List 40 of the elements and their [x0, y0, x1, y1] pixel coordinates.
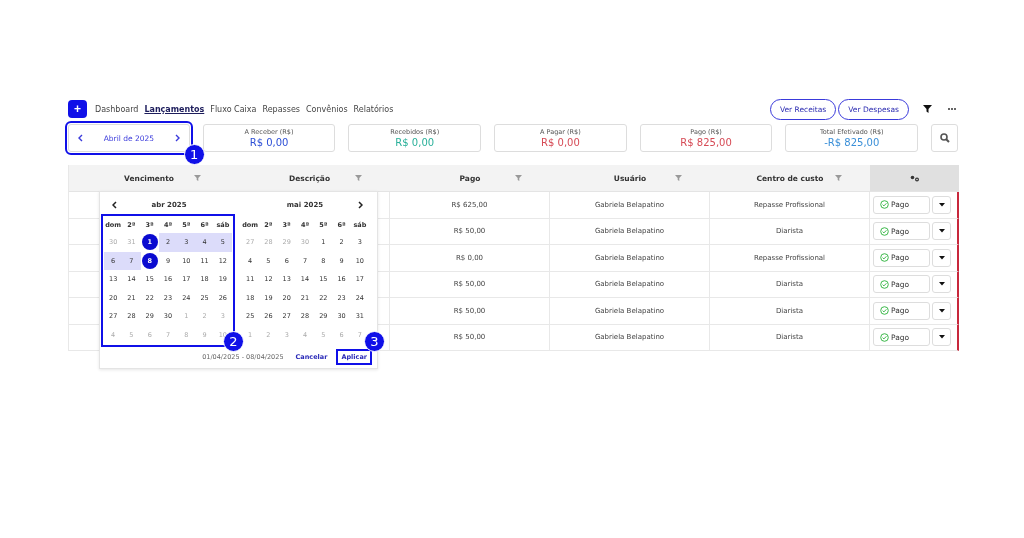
dropdown-button[interactable] [932, 222, 951, 241]
settings-icon[interactable] [909, 174, 920, 182]
card-value: R$ 825,00 [680, 137, 732, 148]
filter-icon[interactable] [923, 105, 932, 113]
card-value: R$ 0,00 [249, 137, 289, 148]
dropdown-button[interactable] [932, 195, 951, 214]
nav-link[interactable]: Fluxo Caixa [210, 104, 257, 114]
next-icon[interactable] [358, 201, 363, 209]
nav-link[interactable]: Dashboard [95, 104, 139, 114]
nav-link[interactable]: Repasses [262, 104, 300, 114]
dropdown-button[interactable] [932, 275, 951, 294]
caret-icon [938, 229, 945, 234]
next-icon[interactable] [174, 134, 180, 142]
check-circle-icon [880, 253, 889, 263]
add-button[interactable]: + [68, 100, 87, 118]
nav-link[interactable]: Lançamentos [144, 104, 205, 114]
check-circle-icon [880, 332, 889, 342]
check-circle-icon [880, 306, 889, 316]
caret-icon [938, 308, 945, 313]
dropdown-button[interactable] [932, 328, 951, 347]
caret-icon [938, 255, 945, 260]
card-value: R$ 0,00 [395, 137, 435, 148]
check-circle-icon [880, 226, 889, 236]
nav-link[interactable]: Convênios [306, 104, 348, 114]
check-circle-icon [880, 200, 889, 210]
previous-icon[interactable] [112, 201, 117, 209]
callout-badge: 3 [364, 331, 385, 352]
nav-link[interactable]: Relatórios [353, 104, 394, 114]
dropdown-button[interactable] [932, 248, 951, 267]
caret-icon [938, 335, 945, 340]
search-button[interactable] [931, 124, 959, 152]
previous-icon[interactable] [78, 134, 83, 142]
card-value: R$ 0,00 [541, 137, 580, 148]
card-value: -R$ 825,00 [824, 137, 880, 148]
caret-icon [938, 282, 945, 287]
dropdown-button[interactable] [932, 301, 951, 320]
check-circle-icon [880, 279, 889, 289]
caret-icon [938, 202, 945, 207]
callout-badge: 1 [183, 144, 205, 165]
search-icon [939, 133, 950, 143]
